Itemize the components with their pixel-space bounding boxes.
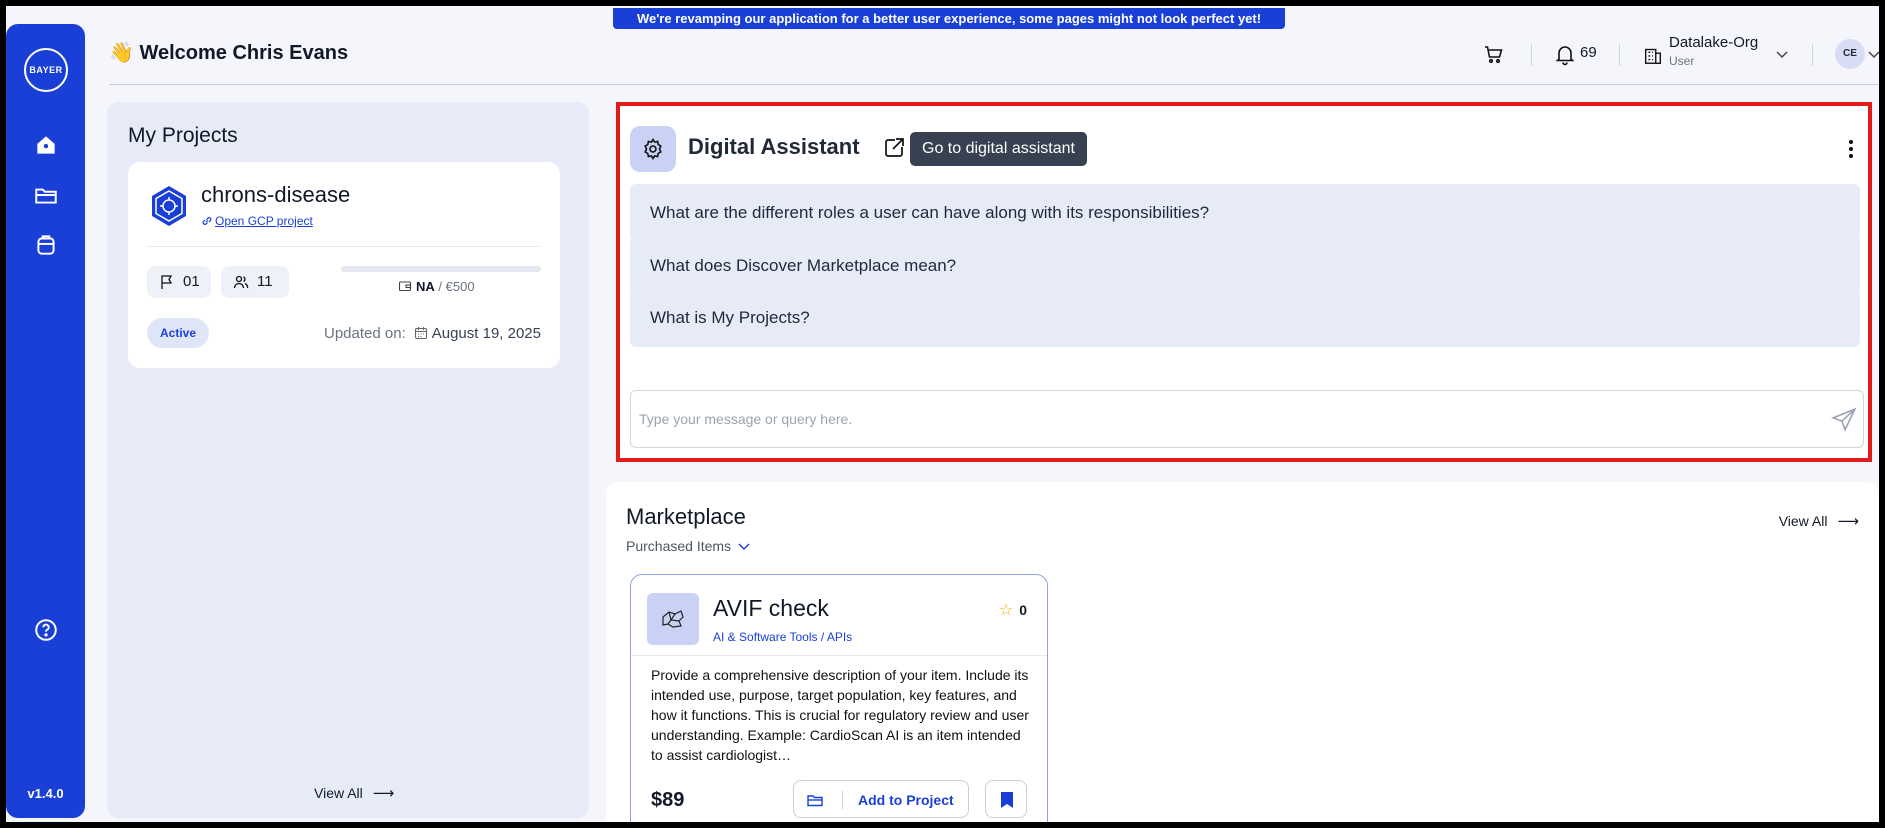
project-name: chrons-disease [201, 182, 351, 207]
updated-info: Updated on: August 19, 2025 [324, 325, 541, 342]
my-projects-panel: My Projects chrons-disease Open GCP proj… [107, 102, 589, 818]
budget-progress-bar [341, 266, 541, 272]
marketplace-view-all-link[interactable]: View All ⟶ [1779, 512, 1859, 530]
item-description: Provide a comprehensive description of y… [651, 667, 1029, 763]
budget-total: / €500 [438, 279, 475, 294]
bag-icon[interactable] [33, 232, 59, 258]
filter-label: Purchased Items [626, 538, 732, 554]
assistant-title: Digital Assistant [688, 134, 860, 159]
welcome-message: 👋 Welcome Chris Evans [109, 42, 349, 64]
folder-icon [807, 795, 823, 807]
link-icon [202, 217, 212, 225]
home-icon[interactable] [33, 132, 59, 158]
go-to-assistant-tooltip: Go to digital assistant [910, 132, 1087, 166]
puzzle-icon [662, 610, 684, 628]
suggested-question[interactable]: What does Discover Marketplace mean? [630, 237, 1860, 295]
star-icon: ☆ [998, 602, 1014, 619]
org-name[interactable]: Datalake-Org [1669, 34, 1758, 51]
suggested-question[interactable]: What is My Projects? [630, 289, 1860, 347]
suggested-question[interactable]: What are the different roles a user can … [630, 184, 1860, 242]
open-gcp-link[interactable]: Open GCP project [201, 214, 313, 228]
rating-value: 0 [1019, 602, 1027, 618]
add-to-project-label: Add to Project [858, 792, 954, 808]
version-label: v1.4.0 [27, 786, 64, 801]
updated-date: August 19, 2025 [431, 325, 541, 342]
app-window: BAYER v1.4.0 We're revamping our applica… [6, 6, 1879, 822]
item-category: AI & Software Tools / APIs [713, 630, 853, 644]
card-divider [147, 246, 539, 247]
external-link-icon[interactable] [882, 136, 906, 160]
purchased-items-dropdown[interactable]: Purchased Items [626, 538, 751, 554]
member-count: 11 [257, 273, 273, 290]
budget-text: NA / €500 [398, 279, 475, 294]
folder-icon[interactable] [33, 182, 59, 208]
add-to-project-button[interactable]: Add to Project [793, 780, 969, 818]
header-divider [1531, 44, 1532, 66]
marketplace-panel: Marketplace Purchased Items View All ⟶ AV… [606, 482, 1879, 822]
assistant-icon-box [630, 126, 676, 172]
status-badge: Active [147, 318, 209, 348]
message-input[interactable] [639, 391, 1809, 447]
calendar-icon [414, 327, 427, 340]
users-icon [233, 275, 249, 289]
bookmark-button[interactable] [985, 780, 1027, 818]
view-all-label: View All [314, 785, 363, 801]
chevron-down-icon [738, 543, 750, 550]
org-role: User [1669, 54, 1695, 68]
revamp-banner: We're revamping our application for a be… [613, 8, 1285, 29]
bell-icon[interactable] [1553, 42, 1577, 66]
wallet-icon [398, 281, 412, 292]
arrow-right-icon: ⟶ [372, 785, 395, 802]
arrow-right-icon: ⟶ [1837, 513, 1859, 530]
avatar[interactable]: CE [1835, 39, 1865, 69]
members-chip: 11 [221, 266, 289, 298]
flag-chip: 01 [147, 266, 211, 298]
digital-assistant-panel: Digital Assistant Go to digital assistan… [616, 102, 1872, 462]
project-card[interactable]: chrons-disease Open GCP project 01 11 NA… [128, 162, 560, 368]
item-title: AVIF check [713, 595, 829, 621]
chevron-down-icon[interactable] [1867, 46, 1879, 62]
projects-view-all-link[interactable]: View All ⟶ [314, 784, 394, 802]
cart-icon[interactable] [1482, 42, 1506, 66]
updated-label: Updated on: [324, 325, 406, 342]
bayer-logo[interactable]: BAYER [24, 48, 68, 92]
item-rating: ☆ 0 [999, 600, 1027, 620]
chevron-down-icon[interactable] [1774, 46, 1790, 62]
more-vertical-icon[interactable] [1848, 140, 1854, 160]
flag-icon [161, 275, 173, 289]
logo-text-horizontal: BAYER [29, 65, 63, 75]
building-icon [1642, 44, 1664, 66]
item-thumbnail [647, 593, 699, 645]
bookmark-icon [1001, 792, 1013, 808]
item-price: $89 [651, 789, 685, 811]
send-icon[interactable] [1830, 407, 1857, 433]
project-hexagon-icon [147, 184, 191, 228]
header-divider [1619, 44, 1620, 66]
marketplace-title: Marketplace [626, 504, 746, 529]
view-all-label: View All [1778, 513, 1828, 529]
card-divider [631, 655, 1047, 656]
open-gcp-link-text: Open GCP project [215, 214, 313, 228]
message-input-wrapper [630, 390, 1864, 448]
notification-count: 69 [1580, 44, 1597, 61]
flag-count: 01 [183, 273, 200, 290]
sidebar: BAYER v1.4.0 [6, 24, 85, 818]
header-divider-line [109, 84, 1879, 85]
help-icon[interactable] [33, 617, 59, 643]
panel-title: My Projects [128, 124, 238, 147]
marketplace-item-card[interactable]: AVIF check AI & Software Tools / APIs ☆ 0… [630, 574, 1048, 822]
header-divider [1812, 44, 1813, 66]
budget-used: NA [416, 279, 435, 294]
gear-icon [644, 137, 662, 161]
